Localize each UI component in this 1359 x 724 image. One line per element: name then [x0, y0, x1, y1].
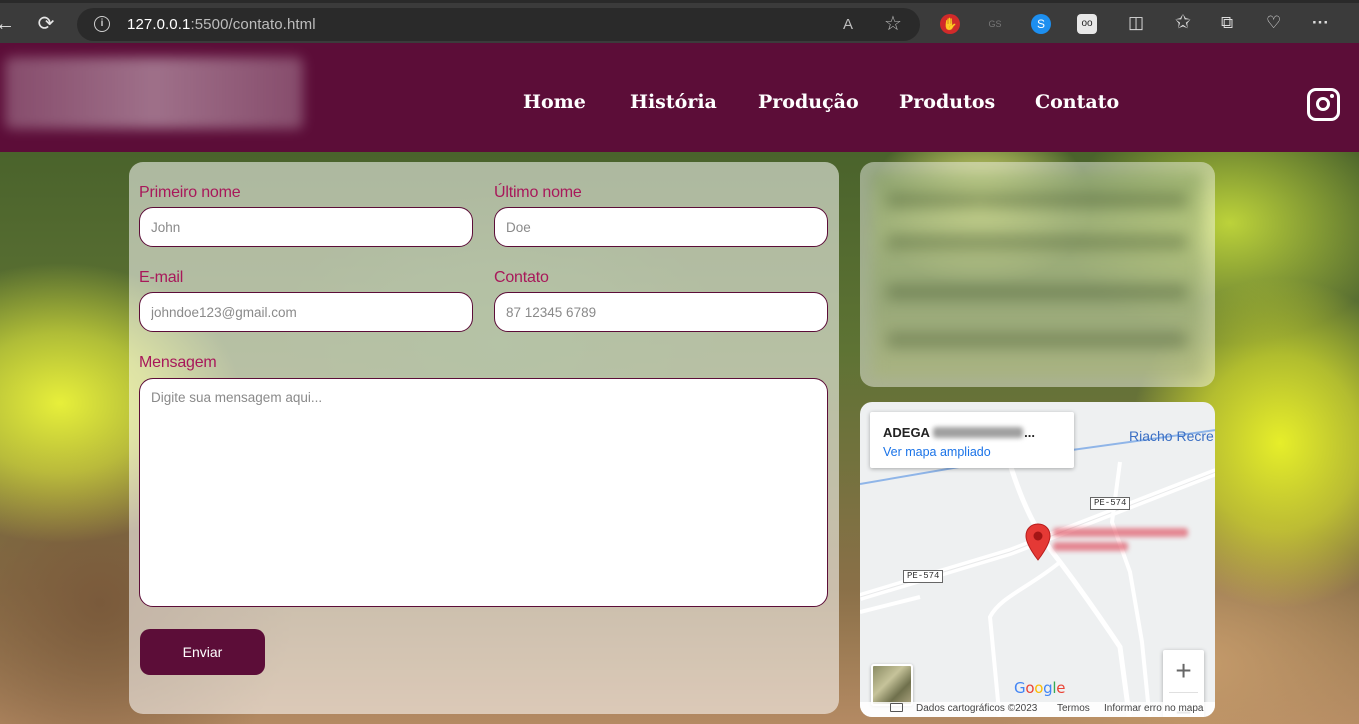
- instagram-lens: [1316, 97, 1330, 111]
- site-info-icon[interactable]: i: [94, 16, 110, 32]
- email-label: E-mail: [139, 269, 184, 286]
- adblock-extension-icon[interactable]: ✋: [940, 14, 960, 34]
- browser-toolbar: ← ⟳ i 127.0.0.1:5500/contato.html A ☆ ✋ …: [0, 0, 1359, 43]
- url-host: 127.0.0.1: [127, 16, 191, 33]
- collections-icon[interactable]: ⧉: [1221, 13, 1233, 33]
- map-place-card: ADEGA ... Ver mapa ampliado: [870, 412, 1074, 468]
- contact-form: Primeiro nome Último nome E-mail Contato…: [129, 162, 839, 714]
- nav-contato[interactable]: Contato: [1035, 91, 1119, 113]
- satellite-toggle-thumbnail[interactable]: [871, 664, 913, 706]
- last-name-input[interactable]: [494, 207, 828, 247]
- url-path: :5500/contato.html: [190, 16, 316, 33]
- main-nav: Home História Produção Produtos Contato: [0, 91, 1359, 119]
- blurred-info-content: [872, 172, 1203, 378]
- instagram-dot: [1330, 94, 1334, 98]
- read-aloud-icon[interactable]: A: [843, 16, 853, 33]
- site-header: Home História Produção Produtos Contato: [0, 43, 1359, 152]
- river-label: Riacho Recre: [1129, 428, 1214, 444]
- extension-icon-2[interactable]: oo: [1077, 14, 1097, 34]
- message-label: Mensagem: [139, 354, 217, 371]
- road-label: PE-574: [1090, 497, 1131, 510]
- contact-label: Contato: [494, 269, 549, 286]
- message-textarea[interactable]: [139, 378, 828, 607]
- report-error-link[interactable]: Informar erro no mapa: [1104, 703, 1204, 714]
- map-pin-icon[interactable]: [1025, 523, 1051, 561]
- last-name-label: Último nome: [494, 184, 582, 201]
- contact-input[interactable]: [494, 292, 828, 332]
- split-screen-icon[interactable]: ◫: [1128, 13, 1144, 33]
- favorites-icon[interactable]: ✩: [1175, 11, 1191, 34]
- map-footer: Dados cartográficos ©2023 Termos Informa…: [860, 702, 1215, 717]
- instagram-icon[interactable]: [1307, 88, 1340, 121]
- favorite-star-icon[interactable]: ☆: [884, 11, 902, 36]
- contact-info-panel: [860, 162, 1215, 387]
- address-bar[interactable]: i 127.0.0.1:5500/contato.html A ☆: [77, 8, 920, 41]
- page-background: Home História Produção Produtos Contato …: [0, 43, 1359, 724]
- nav-historia[interactable]: História: [630, 91, 717, 113]
- map-data-credit: Dados cartográficos ©2023: [916, 703, 1038, 714]
- terms-link[interactable]: Termos: [1057, 703, 1090, 714]
- zoom-in-button[interactable]: +: [1163, 650, 1204, 692]
- google-map-embed[interactable]: ADEGA ... Ver mapa ampliado Riacho Recre…: [860, 402, 1215, 717]
- back-icon[interactable]: ←: [0, 11, 18, 37]
- reload-icon[interactable]: ⟳: [33, 11, 59, 37]
- pin-label-blurred: [1053, 528, 1193, 556]
- view-larger-map-link[interactable]: Ver mapa ampliado: [883, 445, 991, 459]
- keyboard-shortcuts-icon[interactable]: [890, 703, 903, 712]
- road-label: PE-574: [903, 570, 944, 583]
- first-name-label: Primeiro nome: [139, 184, 241, 201]
- first-name-input[interactable]: [139, 207, 473, 247]
- nav-producao[interactable]: Produção: [758, 91, 859, 113]
- extension-icon[interactable]: GS: [985, 14, 1005, 34]
- performance-icon[interactable]: ♡: [1266, 13, 1281, 33]
- email-input[interactable]: [139, 292, 473, 332]
- shazam-extension-icon[interactable]: S: [1031, 14, 1051, 34]
- url-text[interactable]: 127.0.0.1:5500/contato.html: [127, 16, 316, 33]
- more-menu-icon[interactable]: ···: [1312, 13, 1329, 33]
- submit-button[interactable]: Enviar: [140, 629, 265, 675]
- nav-home[interactable]: Home: [523, 91, 586, 113]
- google-logo: Google: [1014, 679, 1066, 697]
- place-name: ADEGA ...: [883, 425, 1035, 440]
- nav-produtos[interactable]: Produtos: [899, 91, 995, 113]
